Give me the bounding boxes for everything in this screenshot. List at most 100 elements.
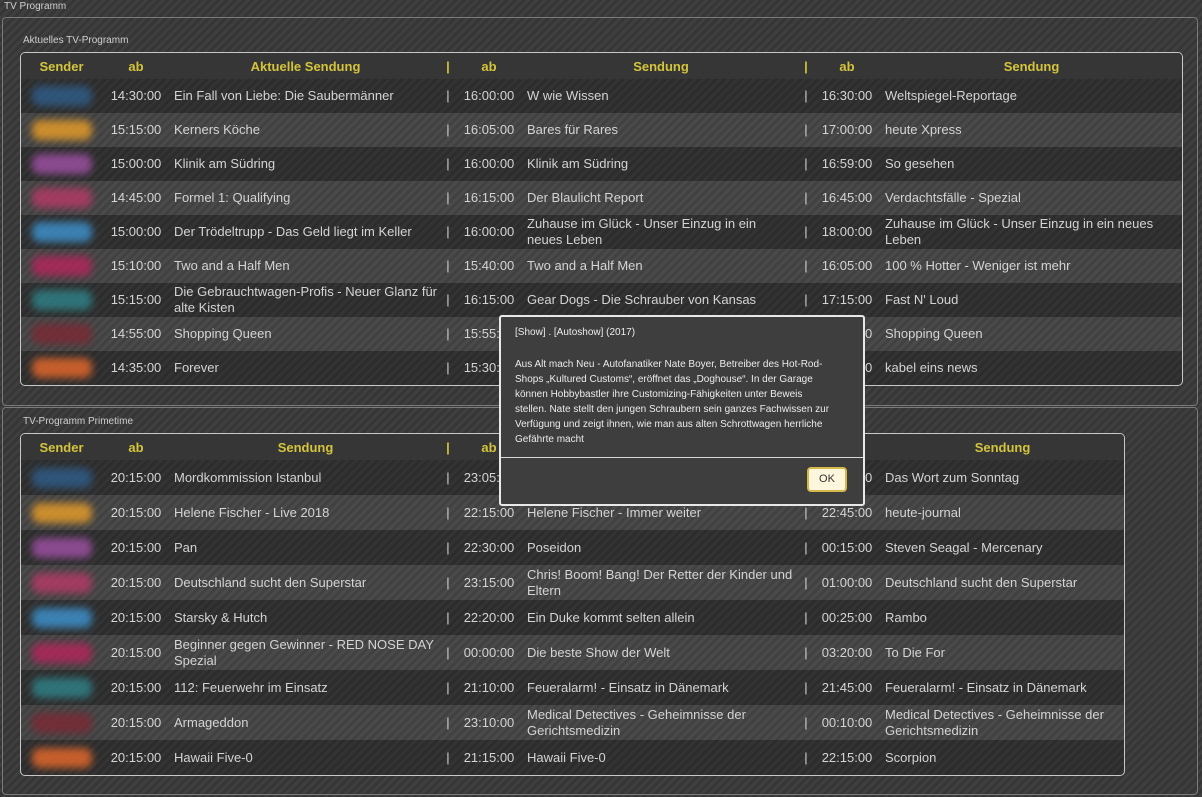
show-title[interactable]: Medical Detectives - Geheimnisse der Ger… [523, 705, 799, 740]
show-title[interactable]: Der Blaulicht Report [523, 181, 799, 215]
start-time: 15:00:00 [102, 215, 170, 249]
start-time: 20:15:00 [102, 705, 170, 740]
show-title[interactable]: Formel 1: Qualifying [170, 181, 441, 215]
table-row[interactable]: 20:15:00 Hawaii Five-0 | 21:15:00 Hawaii Fiv… [21, 740, 1124, 775]
show-title[interactable]: Bares für Rares [523, 113, 799, 147]
separator: | [441, 181, 455, 215]
start-time: 20:15:00 [102, 495, 170, 530]
dialog-divider [501, 457, 863, 458]
start-time: 16:30:00 [813, 79, 881, 113]
channel-cell [21, 495, 102, 530]
channel-cell [21, 215, 102, 249]
show-title[interactable]: Starsky & Hutch [170, 600, 441, 635]
show-title[interactable]: Deutschland sucht den Superstar [170, 565, 441, 600]
channel-cell [21, 249, 102, 283]
channel-cell [21, 530, 102, 565]
column-header: Sender [21, 53, 102, 79]
start-time: 01:00:00 [813, 565, 881, 600]
start-time: 14:35:00 [102, 351, 170, 385]
table-row[interactable]: 20:15:00 Armageddon | 23:10:00 Medical Detec… [21, 705, 1124, 740]
start-time: 22:30:00 [455, 530, 523, 565]
show-title[interactable]: Chris! Boom! Bang! Der Retter der Kinder… [523, 565, 799, 600]
show-title[interactable]: Die beste Show der Welt [523, 635, 799, 670]
table-row[interactable]: 20:15:00 112: Feuerwehr im Einsatz | 21:10:… [21, 670, 1124, 705]
show-title[interactable]: Ein Duke kommt selten allein [523, 600, 799, 635]
show-title[interactable]: So gesehen [881, 147, 1182, 181]
show-title[interactable]: Zuhause im Glück - Unser Einzug in ein n… [881, 215, 1182, 249]
start-time: 20:15:00 [102, 600, 170, 635]
table-row[interactable]: 20:15:00 Beginner gegen Gewinner - RED NO… [21, 635, 1124, 670]
show-title[interactable]: Mordkommission Istanbul [170, 460, 441, 495]
show-title[interactable]: Scorpion [881, 740, 1124, 775]
separator: | [799, 79, 813, 113]
show-title[interactable]: Gear Dogs - Die Schrauber von Kansas [523, 283, 799, 317]
table-row[interactable]: 20:15:00 Starsky & Hutch | 22:20:00 Ein Duke… [21, 600, 1124, 635]
show-title[interactable]: Two and a Half Men [170, 249, 441, 283]
column-separator: | [799, 53, 813, 79]
show-title[interactable]: Das Wort zum Sonntag [881, 460, 1124, 495]
app-title: TV Programm [4, 1, 67, 12]
show-title[interactable]: Shopping Queen [170, 317, 441, 351]
show-title[interactable]: heute-journal [881, 495, 1124, 530]
separator: | [441, 317, 455, 351]
separator: | [441, 147, 455, 181]
separator: | [441, 635, 455, 670]
show-title[interactable]: Medical Detectives - Geheimnisse der Ger… [881, 705, 1124, 740]
show-title[interactable]: Klinik am Südring [523, 147, 799, 181]
channel-cell [21, 79, 102, 113]
table-row[interactable]: 20:15:00 Deutschland sucht den Superstar |… [21, 565, 1124, 600]
show-title[interactable]: W wie Wissen [523, 79, 799, 113]
show-title[interactable]: Forever [170, 351, 441, 385]
show-title[interactable]: Zuhause im Glück - Unser Einzug in ein n… [523, 215, 799, 249]
table-row[interactable]: 20:15:00 Pan | 22:30:00 Poseidon | 00:15:00 Ste… [21, 530, 1124, 565]
show-title[interactable]: Ein Fall von Liebe: Die Saubermänner [170, 79, 441, 113]
start-time: 18:00:00 [813, 215, 881, 249]
show-title[interactable]: Fast N' Loud [881, 283, 1182, 317]
start-time: 22:15:00 [813, 740, 881, 775]
start-time: 16:59:00 [813, 147, 881, 181]
show-title[interactable]: heute Xpress [881, 113, 1182, 147]
show-title[interactable]: Klinik am Südring [170, 147, 441, 181]
current-section-label: Aktuelles TV-Programm [23, 35, 129, 46]
show-title[interactable]: Hawaii Five-0 [170, 740, 441, 775]
show-title[interactable]: Rambo [881, 600, 1124, 635]
show-title[interactable]: Steven Seagal - Mercenary [881, 530, 1124, 565]
show-title[interactable]: Feueralarm! - Einsatz in Dänemark [523, 670, 799, 705]
table-row[interactable]: 15:15:00 Die Gebrauchtwagen-Profis - Neue… [21, 283, 1182, 317]
show-title[interactable]: Kerners Köche [170, 113, 441, 147]
show-title[interactable]: Beginner gegen Gewinner - RED NOSE DAY S… [170, 635, 441, 670]
ok-button[interactable]: OK [807, 467, 847, 492]
table-row[interactable]: 15:10:00 Two and a Half Men | 15:40:00 Two a… [21, 249, 1182, 283]
show-title[interactable]: Two and a Half Men [523, 249, 799, 283]
channel-cell [21, 635, 102, 670]
show-title[interactable]: 100 % Hotter - Weniger ist mehr [881, 249, 1182, 283]
start-time: 00:10:00 [813, 705, 881, 740]
table-row[interactable]: 14:45:00 Formel 1: Qualifying | 16:15:00 Der… [21, 181, 1182, 215]
show-title[interactable]: Pan [170, 530, 441, 565]
show-title[interactable]: Poseidon [523, 530, 799, 565]
show-title[interactable]: Helene Fischer - Live 2018 [170, 495, 441, 530]
show-title[interactable]: kabel eins news [881, 351, 1182, 385]
dialog-description: Aus Alt mach Neu - Autofanatiker Nate Bo… [515, 359, 830, 445]
show-title[interactable]: Der Trödeltrupp - Das Geld liegt im Kell… [170, 215, 441, 249]
table-row[interactable]: 14:30:00 Ein Fall von Liebe: Die Saubermä… [21, 79, 1182, 113]
dialog-title: [Show] . [Autoshow] (2017) [515, 327, 636, 338]
table-row[interactable]: 15:00:00 Klinik am Südring | 16:00:00 Klinik… [21, 147, 1182, 181]
show-title[interactable]: Weltspiegel-Reportage [881, 79, 1182, 113]
start-time: 21:10:00 [455, 670, 523, 705]
show-title[interactable]: Deutschland sucht den Superstar [881, 565, 1124, 600]
show-title[interactable]: Die Gebrauchtwagen-Profis - Neuer Glanz … [170, 283, 441, 317]
show-title[interactable]: Hawaii Five-0 [523, 740, 799, 775]
show-title[interactable]: To Die For [881, 635, 1124, 670]
show-title[interactable]: Verdachtsfälle - Spezial [881, 181, 1182, 215]
show-title[interactable]: Feueralarm! - Einsatz in Dänemark [881, 670, 1124, 705]
show-title[interactable]: Shopping Queen [881, 317, 1182, 351]
channel-cell [21, 147, 102, 181]
table-row[interactable]: 15:15:00 Kerners Köche | 16:05:00 Bares für … [21, 113, 1182, 147]
channel-logo [31, 86, 92, 106]
show-title[interactable]: Armageddon [170, 705, 441, 740]
separator: | [799, 635, 813, 670]
start-time: 16:00:00 [455, 215, 523, 249]
show-title[interactable]: 112: Feuerwehr im Einsatz [170, 670, 441, 705]
table-row[interactable]: 15:00:00 Der Trödeltrupp - Das Geld liegt… [21, 215, 1182, 249]
